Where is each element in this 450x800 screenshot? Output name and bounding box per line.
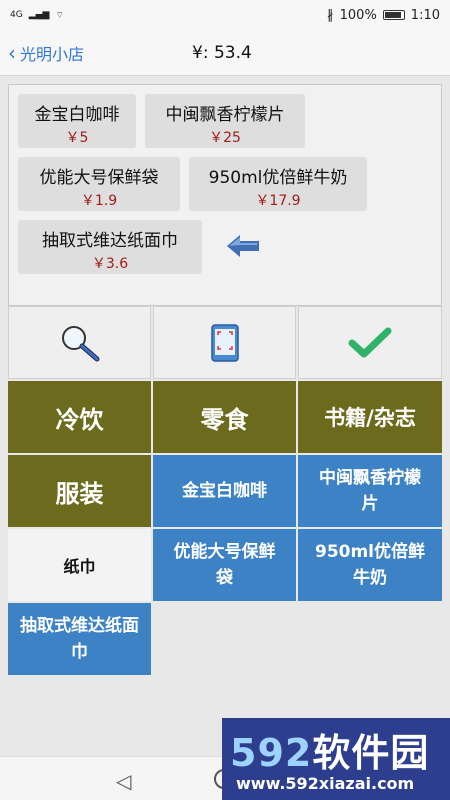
status-bar: 4G ▂▄▆ ⌔ ∦ 100% 1:10 (0, 0, 450, 30)
watermark-logo: 592软件园 www.592xiazai.com (222, 718, 450, 800)
cart-item[interactable]: 优能大号保鲜袋 ￥1.9 (18, 157, 180, 211)
clock: 1:10 (410, 7, 440, 23)
battery-percent: 100% (339, 7, 377, 23)
bluetooth-icon: ∦ (327, 7, 334, 23)
cart-item-price: ￥25 (209, 130, 241, 146)
cart-item-name: 金宝白咖啡 (34, 105, 120, 125)
category-cold-drinks[interactable]: 冷饮 (8, 381, 151, 453)
cart-item-name: 优能大号保鲜袋 (39, 168, 159, 188)
watermark-text: 软件园 (312, 731, 430, 775)
check-icon (348, 327, 392, 357)
search-button[interactable] (8, 306, 151, 379)
cart-item[interactable]: 金宝白咖啡 ￥5 (18, 94, 136, 148)
cart-item[interactable]: 950ml优倍鲜牛奶 ￥17.9 (189, 157, 367, 211)
watermark-url: www.592xiazai.com (236, 774, 415, 793)
category-books-magazines[interactable]: 书籍/杂志 (298, 381, 442, 453)
category-snacks[interactable]: 零食 (153, 381, 296, 453)
product-button[interactable]: 金宝白咖啡 (153, 455, 296, 527)
nav-back-icon[interactable]: ◁ (116, 769, 131, 793)
cart-item-name: 950ml优倍鲜牛奶 (208, 168, 348, 188)
wifi-icon: ⌔ (55, 10, 64, 21)
cart-total: ¥: 53.4 (192, 42, 252, 63)
product-button[interactable]: 950ml优倍鲜牛奶 (298, 529, 442, 601)
scan-button[interactable] (153, 306, 296, 379)
cart-item-price: ￥17.9 (255, 193, 301, 209)
chevron-left-icon: ‹ (8, 40, 16, 65)
network-label: 4G (10, 10, 23, 20)
search-icon (61, 325, 99, 361)
battery-icon (382, 10, 405, 20)
back-button[interactable]: ‹ 光明小店 (0, 30, 150, 75)
cart-item-name: 抽取式维达纸面巾 (42, 231, 178, 251)
cart-panel: 金宝白咖啡 ￥5 中闽飘香柠檬片 ￥25 优能大号保鲜袋 ￥1.9 950ml优… (8, 84, 442, 306)
cart-item[interactable]: 中闽飘香柠檬片 ￥25 (145, 94, 305, 148)
product-button[interactable]: 优能大号保鲜袋 (153, 529, 296, 601)
cart-item[interactable]: 抽取式维达纸面巾 ￥3.6 (18, 220, 202, 274)
cart-item-name: 中闽飘香柠檬片 (165, 105, 285, 125)
system-status: ∦ 100% 1:10 (327, 8, 440, 23)
top-bar: ‹ 光明小店 ¥: 53.4 (0, 30, 450, 76)
category-clothing[interactable]: 服装 (8, 455, 151, 527)
cart-item-price: ￥5 (65, 130, 89, 146)
cart-item-price: ￥1.9 (80, 193, 118, 209)
store-name: 光明小店 (20, 44, 85, 64)
scan-icon (210, 323, 239, 362)
signal-icon: ▂▄▆ (28, 10, 50, 20)
arrow-left-icon[interactable] (227, 235, 259, 257)
cart-item-price: ￥3.6 (91, 256, 129, 272)
watermark-brand: 592软件园 (230, 722, 429, 777)
category-tissue[interactable]: 纸巾 (8, 529, 151, 601)
product-button[interactable]: 抽取式维达纸面巾 (8, 603, 151, 675)
confirm-button[interactable] (298, 306, 442, 379)
network-status: 4G ▂▄▆ ⌔ (10, 10, 64, 21)
product-button[interactable]: 中闽飘香柠檬片 (298, 455, 442, 527)
watermark-digits: 592 (230, 731, 313, 775)
